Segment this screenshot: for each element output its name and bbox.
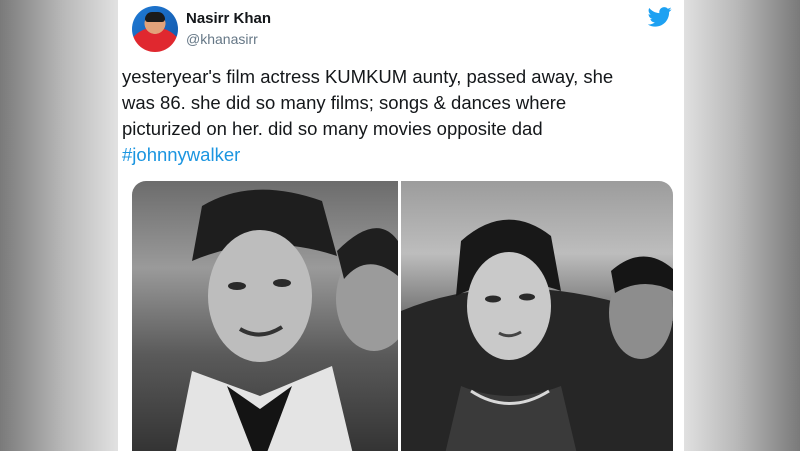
tweet-card: Nasirr Khan @khanasirr yesteryear's film… <box>118 0 684 451</box>
tweet-photo-right[interactable] <box>401 181 673 451</box>
hashtag-link[interactable]: #johnnywalker <box>122 142 672 168</box>
tweet-text-line: was 86. she did so many films; songs & d… <box>122 92 567 113</box>
tweet-text-line: picturized on her. did so many movies op… <box>122 118 543 139</box>
author-handle[interactable]: @khanasirr <box>186 31 258 47</box>
tweet-text: yesteryear's film actress KUMKUM aunty, … <box>122 64 672 168</box>
twitter-bird-icon[interactable] <box>648 6 672 28</box>
tweet-text-line: yesteryear's film actress KUMKUM aunty, … <box>122 66 614 87</box>
avatar[interactable] <box>132 6 178 52</box>
author-name[interactable]: Nasirr Khan <box>186 10 271 27</box>
tweet-photo-left[interactable] <box>132 181 398 451</box>
